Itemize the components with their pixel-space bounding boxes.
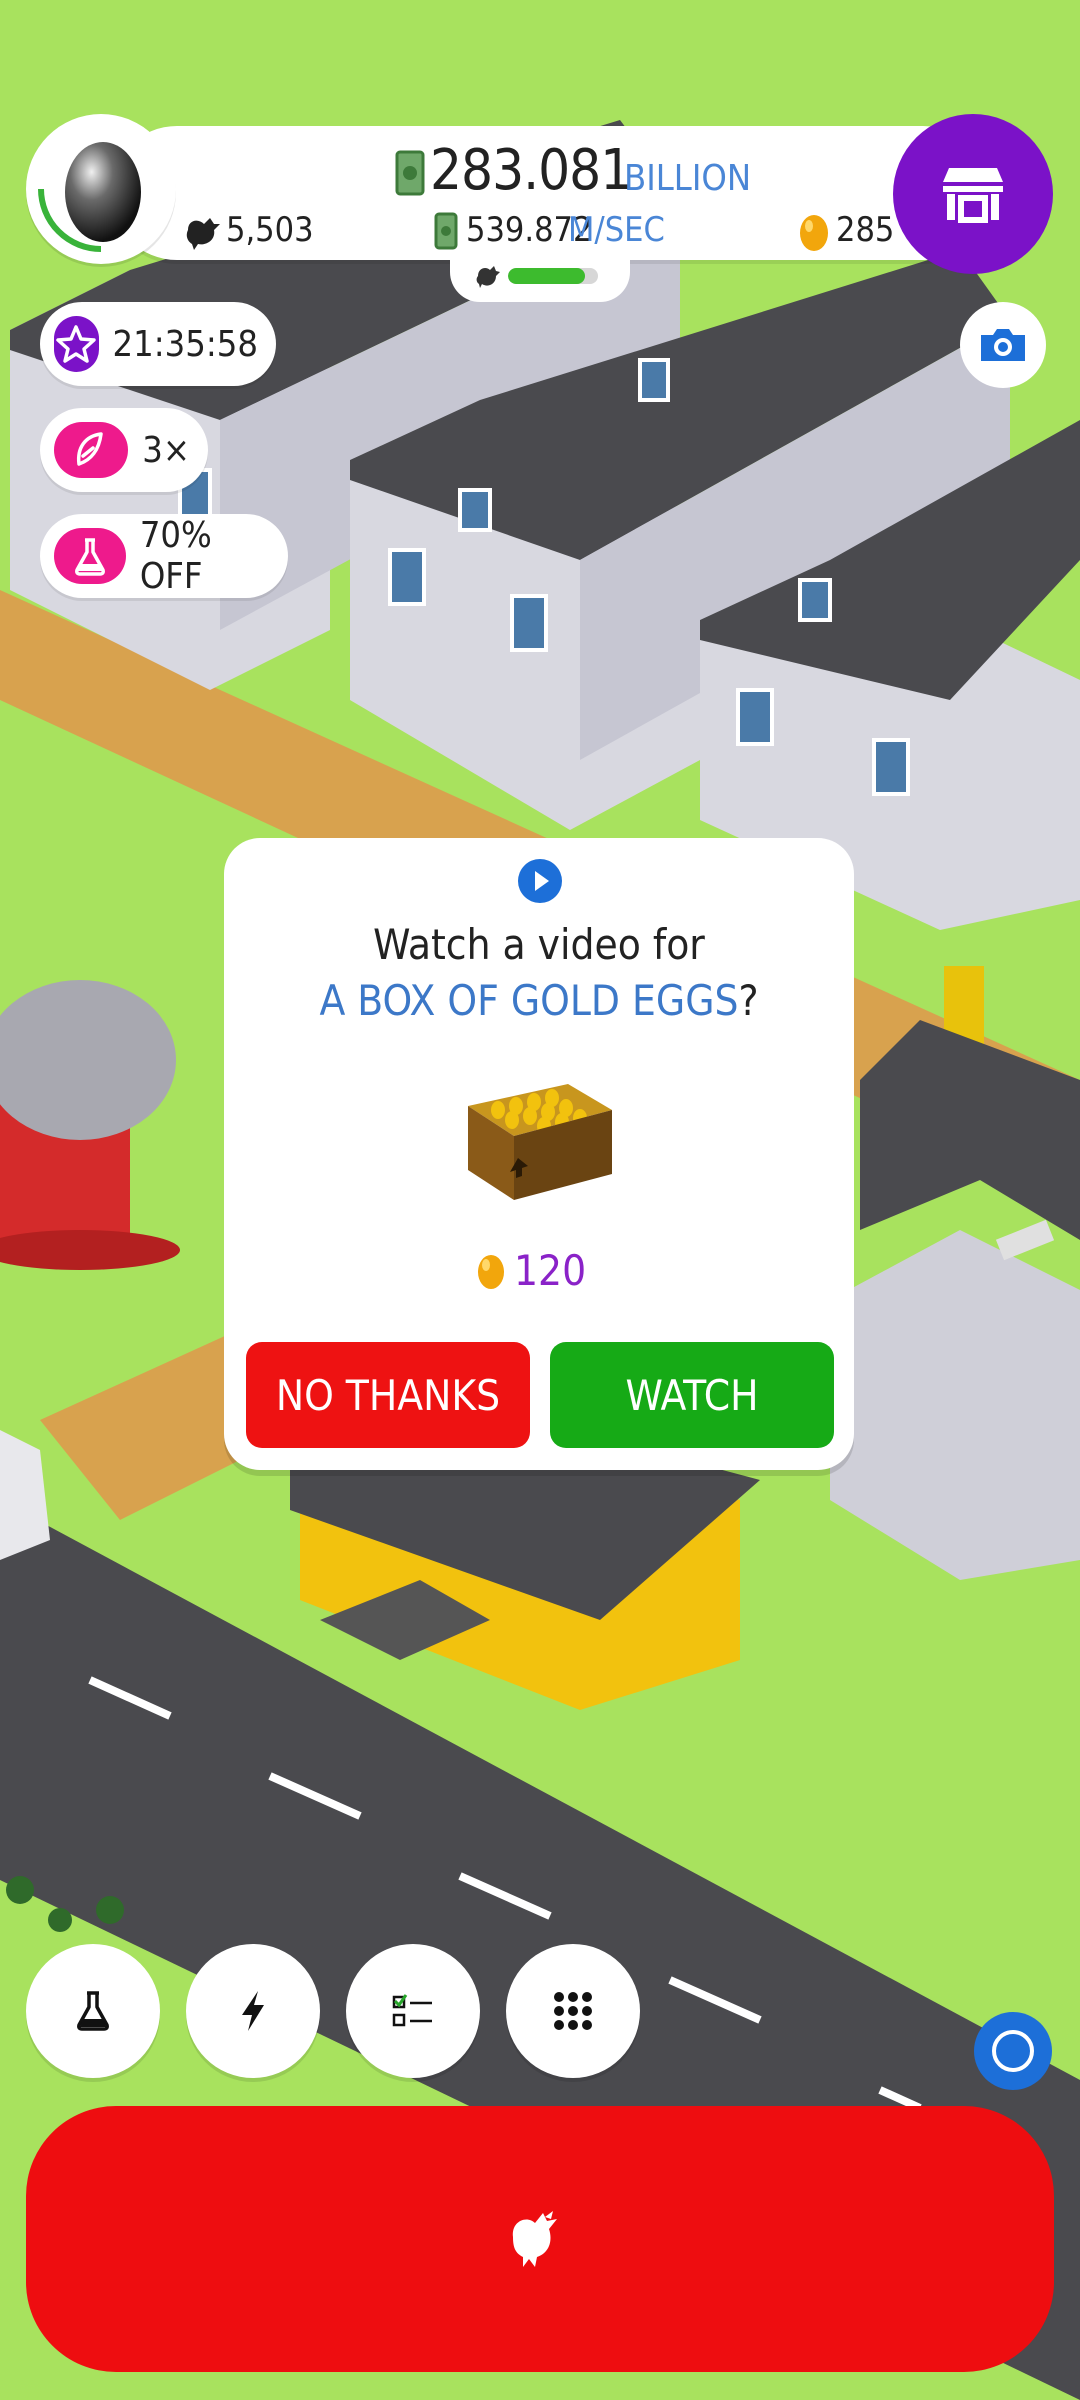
reward-suffix: ? (738, 976, 759, 1025)
boost-timer-text: 21:35:58 (112, 323, 258, 365)
money-value: 283.081 (430, 138, 632, 203)
perk-research-discount[interactable]: 70% OFF (40, 514, 288, 598)
menu-button[interactable] (506, 1944, 640, 2078)
boost-button[interactable] (186, 1944, 320, 2078)
camera-button[interactable] (960, 302, 1046, 388)
feather-icon (54, 422, 129, 478)
assistant-float-button[interactable] (974, 2012, 1052, 2090)
reward-name: A BOX OF GOLD EGGS (319, 976, 739, 1025)
chicken-icon (186, 218, 220, 250)
dark-egg-icon (65, 142, 141, 242)
reward-amount: 120 (514, 1246, 587, 1295)
research-icon (77, 1991, 109, 2031)
cash-icon (395, 150, 425, 196)
play-video-icon (518, 859, 562, 903)
money-unit: BILLION (624, 158, 752, 199)
tasks-icon (392, 1994, 432, 2027)
reward-golden-egg-icon (478, 1255, 504, 1289)
watch-button[interactable]: WATCH (550, 1342, 834, 1448)
circle-icon (992, 2030, 1034, 2072)
no-thanks-button[interactable]: NO THANKS (246, 1342, 530, 1448)
income-rate-unit: M/SEC (568, 210, 665, 250)
rate-cash-icon (434, 212, 458, 250)
chicken-count: 5,503 (226, 210, 314, 250)
multiplier-text: 3× (142, 429, 190, 471)
perk-multiplier[interactable]: 3× (40, 408, 208, 492)
flask-icon (54, 528, 126, 584)
star-icon (54, 316, 99, 372)
hen-icon (476, 266, 500, 288)
perk-boost-timer[interactable]: 21:35:58 (40, 302, 276, 386)
research-discount-text: 70% OFF (139, 515, 212, 597)
dialog-reward-title: A BOX OF GOLD EGGS? (224, 976, 854, 1025)
research-button[interactable] (26, 1944, 160, 2078)
hatch-chicken-button[interactable] (26, 2106, 1054, 2372)
store-icon (943, 168, 1003, 223)
boost-icon (242, 1991, 264, 2031)
golden-egg-count: 285 (836, 210, 895, 250)
current-egg-badge[interactable] (26, 114, 176, 264)
gold-egg-box-icon (468, 1084, 612, 1200)
camera-icon (981, 329, 1025, 361)
farm-progress-fill (508, 268, 585, 284)
menu-grid-icon (554, 1992, 592, 2030)
golden-egg-icon (800, 215, 828, 251)
hen-icon (512, 2211, 557, 2267)
farm-progress-bar (508, 268, 598, 284)
tasks-button[interactable] (346, 1944, 480, 2078)
shop-button[interactable] (893, 114, 1053, 274)
dialog-prompt: Watch a video for (373, 920, 705, 969)
